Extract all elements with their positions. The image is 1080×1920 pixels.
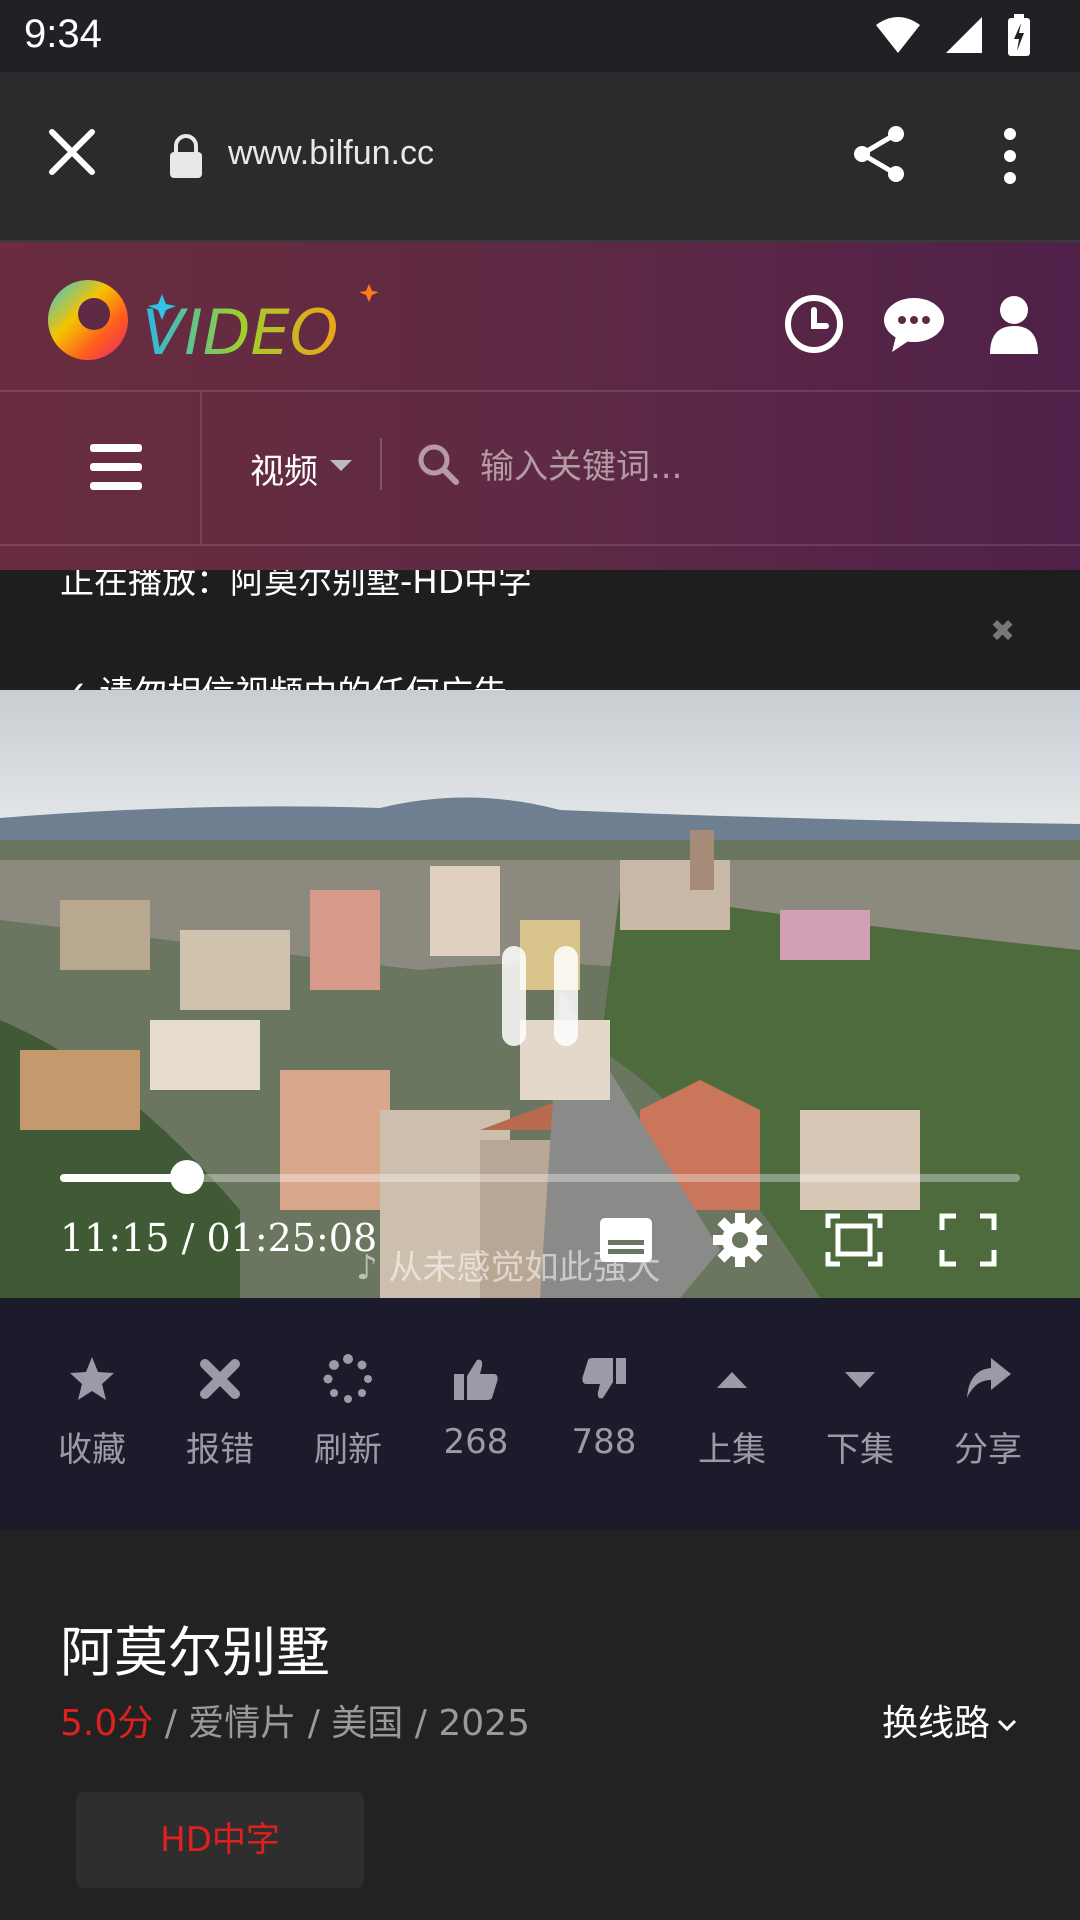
- message-icon[interactable]: [882, 292, 946, 356]
- share-icon: [967, 1358, 1011, 1398]
- like-button[interactable]: 268: [412, 1298, 540, 1530]
- action-label: 刷新: [314, 1430, 382, 1470]
- category-select[interactable]: 视频: [250, 444, 318, 493]
- share-icon[interactable]: [848, 122, 912, 186]
- site-logo[interactable]: VIDEO: [44, 264, 384, 374]
- settings-gear-icon[interactable]: [710, 1212, 770, 1268]
- site-header: VIDEO 视频: [0, 242, 1080, 570]
- time-display: 11:15 / 01:25:08: [60, 1216, 378, 1260]
- spinner-icon: [323, 1354, 372, 1403]
- status-bar: 9:34: [0, 0, 1080, 72]
- caret-up-icon: [717, 1372, 747, 1388]
- thumbs-up-icon: [454, 1359, 498, 1400]
- menu-button[interactable]: [0, 392, 202, 544]
- notice-banner: 正在播放：阿莫尔别墅-HD中字 ✖ ✓ 请勿相信视频中的任何广告: [0, 570, 1080, 690]
- caret-down-icon: [330, 460, 352, 471]
- progress-bar[interactable]: [60, 1160, 1020, 1194]
- pip-screen-icon[interactable]: [824, 1212, 884, 1268]
- video-player[interactable]: 11:15 / 01:25:08 ♪ 从未感觉如此强大: [0, 690, 1080, 1298]
- share-button[interactable]: 分享: [924, 1298, 1052, 1530]
- battery-icon: [1008, 14, 1030, 56]
- action-label: 收藏: [58, 1430, 126, 1470]
- movie-meta: 5.0分 / 爱情片 / 美国 / 2025: [60, 1694, 530, 1746]
- progress-fill: [60, 1174, 187, 1182]
- thumbs-down-icon: [582, 1358, 626, 1399]
- divider: [380, 438, 382, 490]
- favorite-button[interactable]: 收藏: [28, 1298, 156, 1530]
- dislike-count: 788: [571, 1422, 637, 1462]
- nav-row: 视频: [0, 390, 1080, 546]
- like-count: 268: [443, 1422, 509, 1462]
- caret-down-icon: [845, 1372, 875, 1388]
- movie-title: 阿莫尔别墅: [60, 1621, 330, 1684]
- browser-toolbar: www.bilfun.cc: [0, 72, 1080, 242]
- action-label: 上集: [698, 1430, 766, 1470]
- pause-button[interactable]: [502, 946, 578, 1046]
- wifi-icon: [876, 17, 920, 53]
- action-bar: 收藏 报错 刷新 268 788 上集 下集 分享: [0, 1298, 1080, 1530]
- more-menu-icon[interactable]: [994, 126, 1026, 186]
- signal-icon: [946, 17, 982, 53]
- url-bar[interactable]: www.bilfun.cc: [228, 134, 434, 173]
- fullscreen-icon[interactable]: [938, 1212, 998, 1268]
- subtitles-icon[interactable]: [596, 1212, 656, 1268]
- status-icons: [874, 12, 1032, 58]
- action-label: 分享: [954, 1430, 1022, 1470]
- close-icon[interactable]: [44, 124, 100, 180]
- action-label: 报错: [186, 1430, 254, 1470]
- search-input[interactable]: [478, 436, 1042, 498]
- report-error-button[interactable]: 报错: [156, 1298, 284, 1530]
- history-icon[interactable]: [782, 292, 846, 356]
- now-playing-text: 正在播放：阿莫尔别墅-HD中字: [60, 570, 533, 602]
- star-icon: [70, 1357, 114, 1400]
- close-icon: [200, 1359, 240, 1399]
- refresh-button[interactable]: 刷新: [284, 1298, 412, 1530]
- ad-warning-text: ✓ 请勿相信视频中的任何广告: [60, 666, 507, 690]
- action-label: 下集: [826, 1430, 894, 1470]
- quality-tab[interactable]: HD中字: [76, 1792, 364, 1888]
- next-episode-button[interactable]: 下集: [796, 1298, 924, 1530]
- movie-genre-region-year: / 爱情片 / 美国 / 2025: [153, 1703, 530, 1744]
- switch-route-label: 换线路: [882, 1703, 991, 1744]
- chevron-down-icon: [997, 1719, 1017, 1732]
- search-icon[interactable]: [416, 442, 460, 486]
- user-icon[interactable]: [982, 292, 1046, 356]
- status-time: 9:34: [24, 12, 102, 56]
- lock-icon: [170, 134, 202, 178]
- movie-score: 5.0分: [60, 1703, 154, 1744]
- movie-info: 阿莫尔别墅 5.0分 / 爱情片 / 美国 / 2025 换线路 HD中字: [0, 1530, 1080, 1920]
- previous-episode-button[interactable]: 上集: [668, 1298, 796, 1530]
- progress-knob[interactable]: [169, 1160, 204, 1194]
- switch-route-button[interactable]: 换线路: [882, 1694, 1018, 1746]
- dislike-button[interactable]: 788: [540, 1298, 668, 1530]
- close-notice-icon[interactable]: ✖: [990, 614, 1015, 649]
